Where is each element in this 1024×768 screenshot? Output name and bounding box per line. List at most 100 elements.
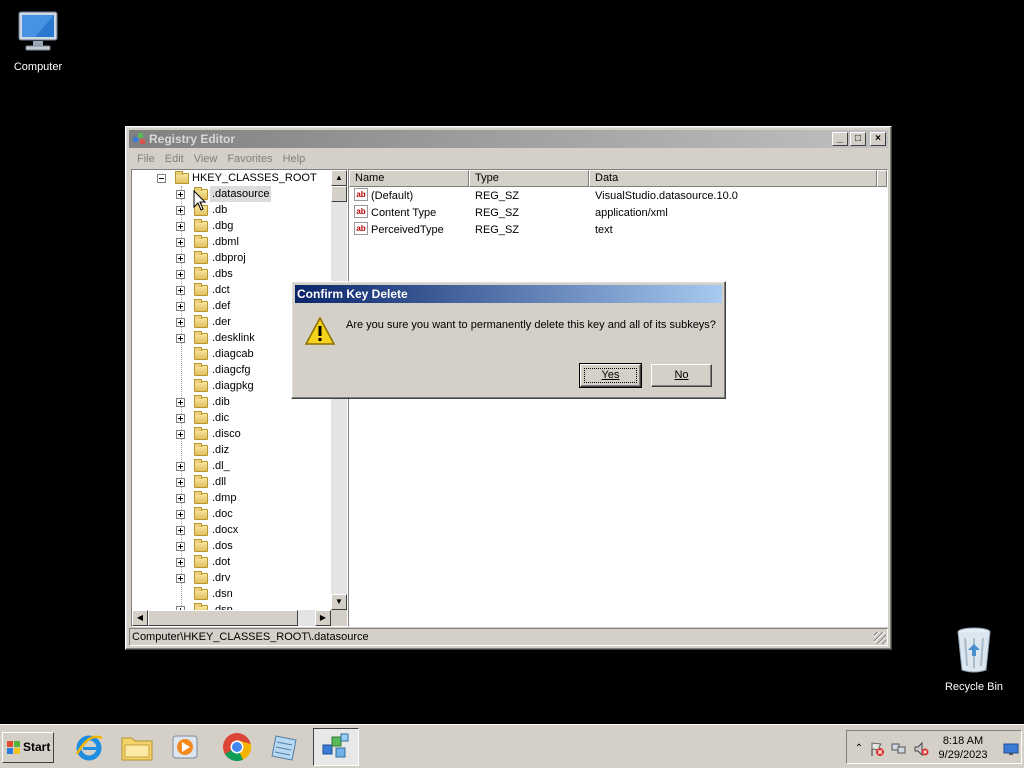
tree-item[interactable]: .dbproj [132,250,332,266]
minimize-button[interactable]: _ [832,132,848,146]
tree-item[interactable]: .dic [132,410,332,426]
expand-icon[interactable] [176,398,185,407]
tree-scroll-thumb[interactable] [331,186,347,202]
tree-item[interactable]: .dbml [132,234,332,250]
tree-item[interactable]: .datasource [132,186,332,202]
folder-icon [194,283,208,296]
expand-icon[interactable] [176,222,185,231]
tree-item-label: .diz [212,444,230,456]
scroll-down-button[interactable]: ▼ [331,594,347,610]
dialog-title[interactable]: Confirm Key Delete [295,285,722,303]
recycle-bin-label: Recycle Bin [944,681,1004,693]
start-button[interactable]: Start [2,732,54,763]
value-row[interactable]: ab PerceivedType REG_SZ text [349,222,887,239]
expand-icon[interactable] [176,430,185,439]
resize-grip[interactable] [874,632,886,644]
taskbar-file-explorer[interactable] [114,728,160,766]
folder-icon [194,219,208,232]
action-center-flag-icon[interactable] [869,741,885,757]
tree-item-label: .dbs [212,268,233,280]
tree-root-hkey-classes-root[interactable]: HKEY_CLASSES_ROOT [132,170,332,186]
media-player-icon [172,735,198,759]
taskbar-registry-editor[interactable] [313,728,359,766]
no-button[interactable]: No [651,364,712,387]
tree-item[interactable]: .diz [132,442,332,458]
value-row[interactable]: ab (Default) REG_SZ VisualStudio.datasource… [349,188,887,205]
tree-item[interactable]: .dsn [132,586,332,602]
tree-item[interactable]: .db [132,202,332,218]
scroll-left-button[interactable]: ◀ [132,610,148,626]
value-data: VisualStudio.datasource.10.0 [595,190,738,202]
expand-icon[interactable] [176,206,185,215]
expand-icon[interactable] [176,462,185,471]
network-icon[interactable] [891,741,907,757]
expand-icon[interactable] [176,270,185,279]
value-type: REG_SZ [475,207,520,219]
expand-icon[interactable] [176,510,185,519]
value-row[interactable]: ab Content Type REG_SZ application/xml [349,205,887,222]
expand-icon[interactable] [176,558,185,567]
show-desktop-icon[interactable] [1003,741,1019,757]
expand-icon[interactable] [176,238,185,247]
expand-icon[interactable] [176,526,185,535]
tree-item[interactable]: .dll [132,474,332,490]
tree-horizontal-scrollbar[interactable]: ◀ ▶ [132,610,331,626]
taskbar-media-player[interactable] [162,728,208,766]
maximize-button[interactable]: □ [850,132,866,146]
expand-icon[interactable] [176,318,185,327]
tree-item[interactable]: .docx [132,522,332,538]
expand-icon[interactable] [176,542,185,551]
menu-view[interactable]: View [189,151,223,167]
tree-item[interactable]: .dbs [132,266,332,282]
tree-item[interactable]: .dos [132,538,332,554]
computer-desktop-icon[interactable]: Computer [0,8,76,73]
volume-muted-icon[interactable] [913,741,929,757]
recycle-bin-desktop-icon[interactable]: Recycle Bin [936,626,1012,693]
folder-icon [194,555,208,568]
folder-icon [175,171,189,184]
scroll-right-button[interactable]: ▶ [315,610,331,626]
expand-icon[interactable] [176,334,185,343]
expand-icon[interactable] [176,286,185,295]
menu-bar: File Edit View Favorites Help [132,151,310,167]
tree-item[interactable]: .dmp [132,490,332,506]
column-data[interactable]: Data [589,170,877,187]
folder-icon [194,587,208,600]
column-name[interactable]: Name [349,170,469,187]
expand-icon[interactable] [176,574,185,583]
menu-edit[interactable]: Edit [160,151,189,167]
taskbar-notepad[interactable] [262,728,308,766]
notepad-icon [271,735,297,761]
tree-item[interactable]: .dot [132,554,332,570]
tree-item[interactable]: .dbg [132,218,332,234]
close-button[interactable]: × [870,132,886,146]
expand-icon[interactable] [176,190,185,199]
tree-item[interactable]: .dl_ [132,458,332,474]
collapse-icon[interactable] [157,174,166,183]
tree-item[interactable]: .drv [132,570,332,586]
folder-icon [194,443,208,456]
expand-icon[interactable] [176,254,185,263]
expand-icon[interactable] [176,494,185,503]
expand-icon[interactable] [176,478,185,487]
show-hidden-icons-icon[interactable]: ⌃ [851,741,867,757]
scroll-up-button[interactable]: ▲ [331,170,347,186]
yes-button[interactable]: Yes [579,363,642,388]
menu-help[interactable]: Help [278,151,311,167]
tree-item[interactable]: .disco [132,426,332,442]
taskbar-chrome[interactable] [214,728,260,766]
tree-item-label: .dos [212,540,233,552]
tree-hscroll-thumb[interactable] [148,610,298,626]
taskbar-clock[interactable]: 8:18 AM 9/29/2023 [933,734,993,762]
folder-icon [194,395,208,408]
expand-icon[interactable] [176,302,185,311]
menu-favorites[interactable]: Favorites [222,151,277,167]
expand-icon[interactable] [176,414,185,423]
taskbar-internet-explorer[interactable] [66,728,112,766]
tree-item[interactable]: .doc [132,506,332,522]
column-type[interactable]: Type [469,170,589,187]
menu-file[interactable]: File [132,151,160,167]
value-data: text [595,224,613,236]
value-type: REG_SZ [475,190,520,202]
window-titlebar[interactable]: Registry Editor _ □ × [129,130,888,148]
